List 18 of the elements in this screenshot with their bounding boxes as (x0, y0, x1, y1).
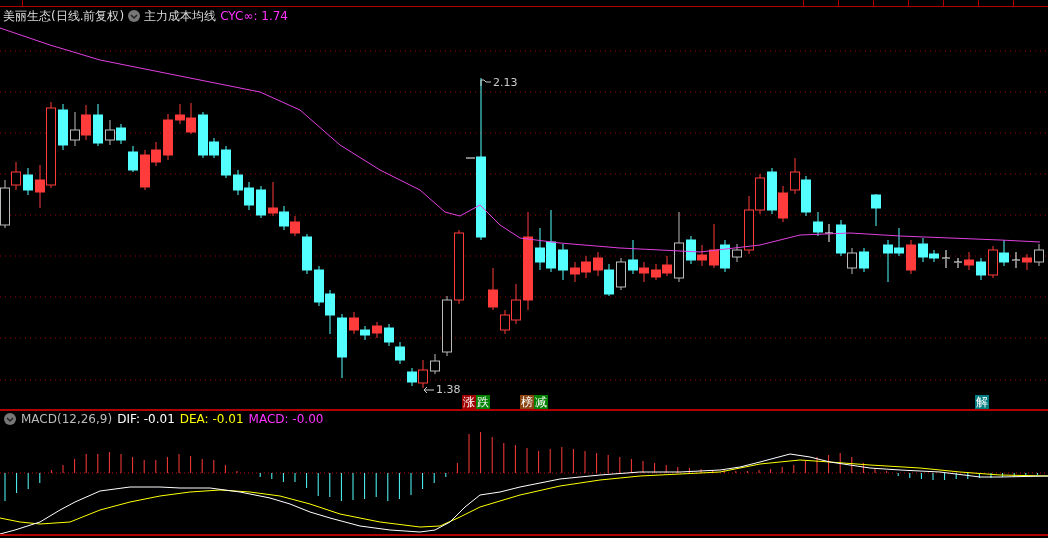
arrow-icon (423, 385, 435, 394)
macd-reading: MACD: -0.00 (248, 412, 324, 426)
indicator-name: MACD(12,26,9) (21, 412, 113, 426)
price-tick (465, 157, 476, 159)
price-label: 2.13 (493, 76, 518, 89)
indicator-reading: CYC∞: 1.74 (220, 9, 288, 23)
dea-reading: DEA: -0.01 (179, 412, 244, 426)
indicator-name: 主力成本均线 (144, 7, 217, 25)
chevron-icon[interactable] (4, 413, 16, 425)
event-marker[interactable]: 减 (534, 395, 548, 409)
stock-title: 美丽生态(日线.前复权) (3, 7, 125, 25)
event-marker[interactable]: 解 (975, 395, 989, 409)
dif-reading: DIF: -0.01 (117, 412, 175, 426)
price-label: 1.38 (436, 383, 461, 396)
chevron-icon[interactable] (128, 10, 141, 22)
event-marker[interactable]: 榜 (520, 395, 534, 409)
event-marker[interactable]: 涨 (462, 395, 476, 409)
event-marker[interactable]: 跌 (476, 395, 490, 409)
